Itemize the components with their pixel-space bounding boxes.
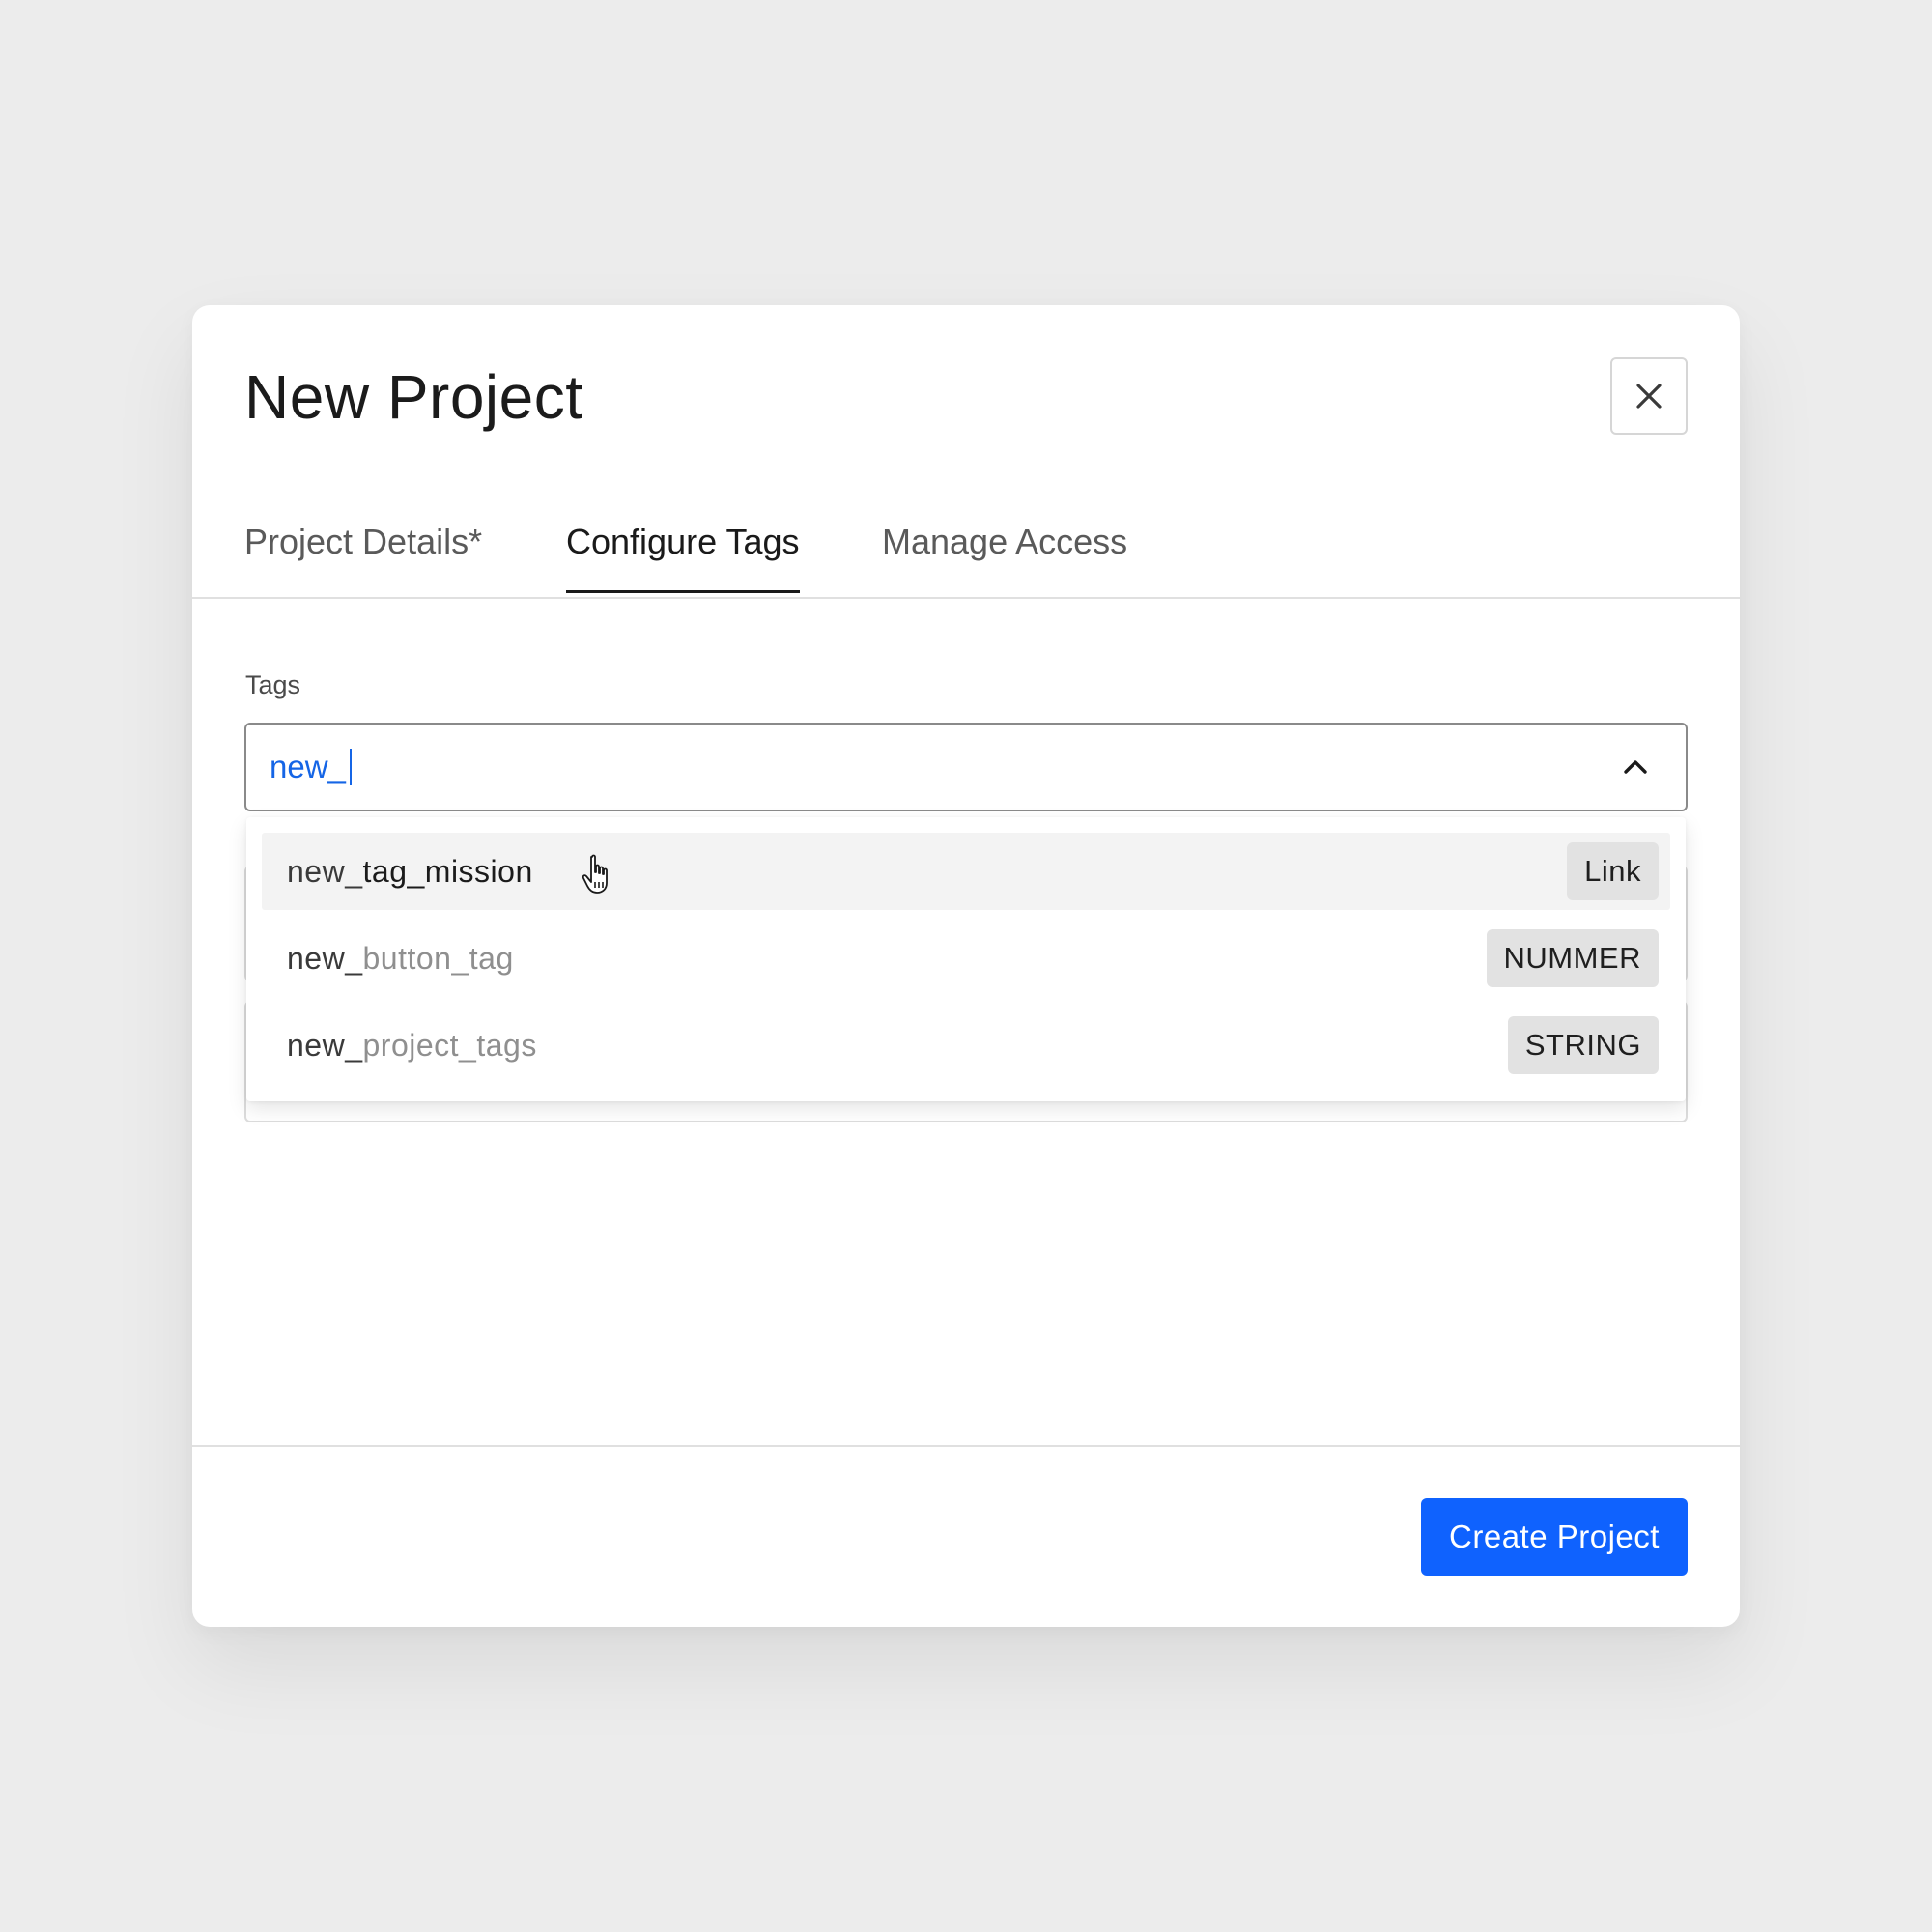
dropdown-option[interactable]: new_tag_mission Link [262,833,1670,910]
option-name: new_button_tag [287,940,514,976]
option-name: new_tag_mission [287,853,533,889]
type-badge: Link [1567,842,1659,900]
footer-divider [192,1445,1740,1447]
close-button[interactable] [1610,357,1688,435]
option-name: new_project_tags [287,1027,537,1063]
text-caret [349,749,352,785]
tab-bar: Project Details* Configure Tags Manage A… [192,502,1740,599]
tab-manage-access[interactable]: Manage Access [882,522,1127,591]
tags-label: Tags [245,670,301,699]
tags-combobox-input[interactable]: new_ [244,723,1688,811]
tab-configure-tags[interactable]: Configure Tags [566,522,800,593]
create-project-button[interactable]: Create Project [1421,1498,1688,1576]
tab-project-details[interactable]: Project Details* [244,522,482,591]
dialog-title: New Project [244,362,583,432]
type-badge: NUMMER [1486,929,1659,987]
new-project-dialog: New Project Project Details* Configure T… [192,305,1740,1627]
tags-dropdown-menu: new_tag_mission Link new_button_tag NUMM… [246,817,1686,1101]
hand-pointer-icon [582,854,608,894]
type-badge: STRING [1507,1016,1659,1074]
dropdown-option[interactable]: new_button_tag NUMMER [262,920,1670,997]
dropdown-option[interactable]: new_project_tags STRING [262,1007,1670,1084]
tags-input-value: new_ [270,749,346,784]
close-icon [1636,384,1662,409]
chevron-up-icon[interactable] [1618,750,1653,784]
